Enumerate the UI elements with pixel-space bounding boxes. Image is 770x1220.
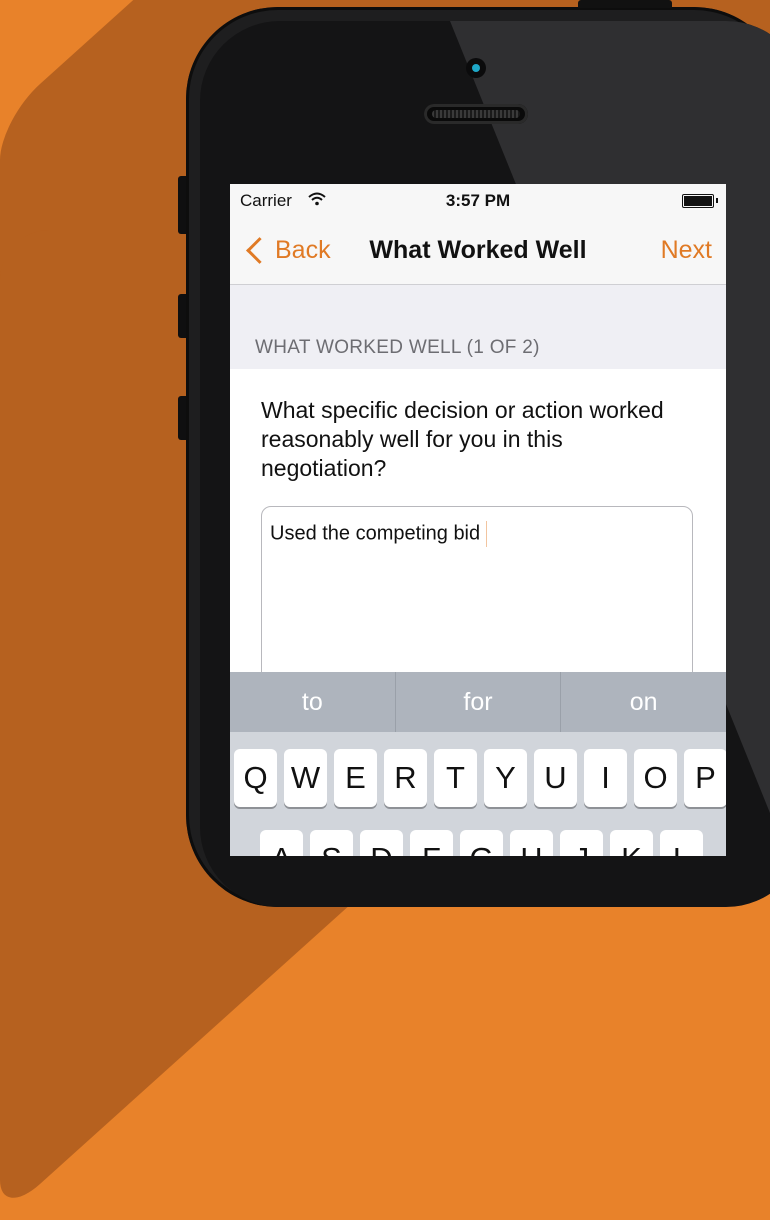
volume-down-button [178, 396, 186, 440]
question-text: What specific decision or action worked … [261, 397, 664, 481]
key-g[interactable]: G [460, 830, 503, 856]
key-k[interactable]: K [610, 830, 653, 856]
front-camera [466, 58, 486, 78]
suggestion-item[interactable]: to [230, 672, 396, 732]
key-t[interactable]: T [434, 749, 477, 807]
key-o[interactable]: O [634, 749, 677, 807]
battery-icon [682, 194, 718, 208]
mute-switch [178, 176, 186, 234]
keyboard-row-1: Q W E R T Y U I O P [234, 749, 726, 807]
key-j[interactable]: J [560, 830, 603, 856]
power-button [578, 0, 672, 8]
back-label: Back [275, 235, 331, 264]
keyboard-row-2: A S D F G H J K L [260, 830, 703, 856]
key-s[interactable]: S [310, 830, 353, 856]
background-shadow-edge [0, 230, 60, 930]
back-button[interactable]: Back [242, 232, 331, 268]
volume-up-button [178, 294, 186, 338]
key-i[interactable]: I [584, 749, 627, 807]
suggestion-item[interactable]: on [561, 672, 726, 732]
key-f[interactable]: F [410, 830, 453, 856]
status-bar: Carrier 3:57 PM [230, 184, 726, 218]
phone-screen: Carrier 3:57 PM Back What Worked Well Ne… [230, 184, 726, 856]
key-h[interactable]: H [510, 830, 553, 856]
next-button[interactable]: Next [661, 236, 712, 265]
section-header: WHAT WORKED WELL (1 OF 2) [230, 285, 726, 369]
navigation-bar: Back What Worked Well Next [230, 218, 726, 285]
section-label: WHAT WORKED WELL (1 OF 2) [255, 337, 540, 358]
text-cursor [486, 521, 488, 547]
key-q[interactable]: Q [234, 749, 277, 807]
key-y[interactable]: Y [484, 749, 527, 807]
key-l[interactable]: L [660, 830, 703, 856]
key-w[interactable]: W [284, 749, 327, 807]
keyboard: Q W E R T Y U I O P A S D F G H J K L [230, 732, 726, 856]
suggestion-bar: to for on [230, 672, 726, 732]
key-u[interactable]: U [534, 749, 577, 807]
key-d[interactable]: D [360, 830, 403, 856]
answer-value: Used the competing bid [270, 521, 488, 547]
status-time: 3:57 PM [445, 191, 511, 210]
earpiece-speaker [424, 104, 528, 124]
chevron-left-icon [246, 236, 273, 264]
key-a[interactable]: A [260, 830, 303, 856]
key-p[interactable]: P [684, 749, 726, 807]
key-r[interactable]: R [384, 749, 427, 807]
suggestion-item[interactable]: for [396, 672, 562, 732]
key-e[interactable]: E [334, 749, 377, 807]
